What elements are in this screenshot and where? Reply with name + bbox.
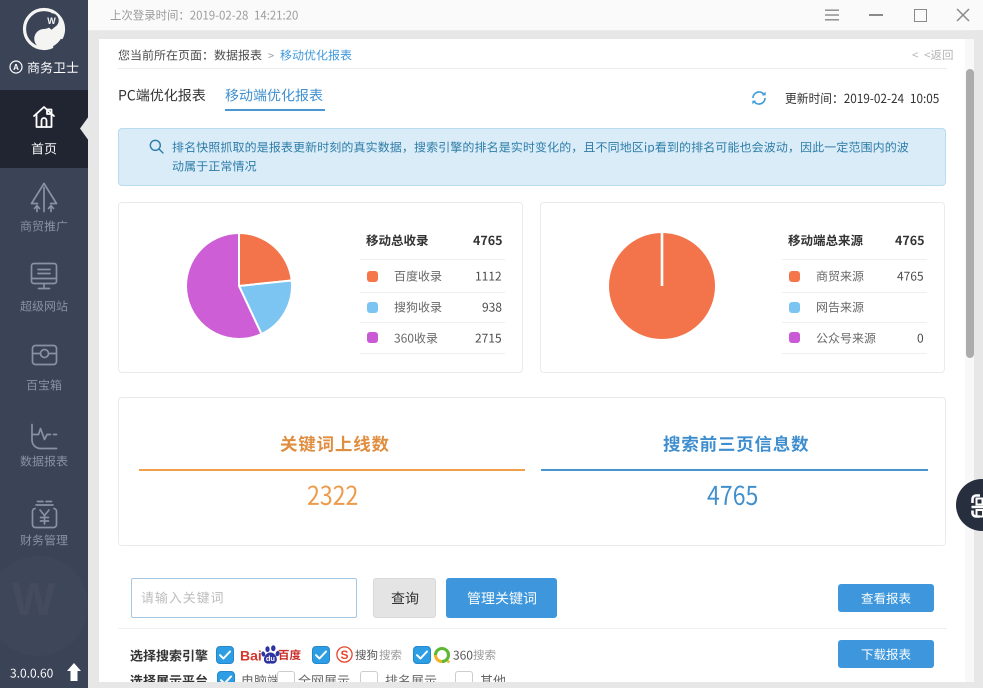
svg-text:S: S (340, 648, 348, 662)
svg-text:du: du (266, 654, 276, 663)
svg-text:W: W (47, 16, 56, 26)
svg-text:A: A (13, 63, 19, 72)
svg-text:Bai: Bai (240, 648, 262, 664)
